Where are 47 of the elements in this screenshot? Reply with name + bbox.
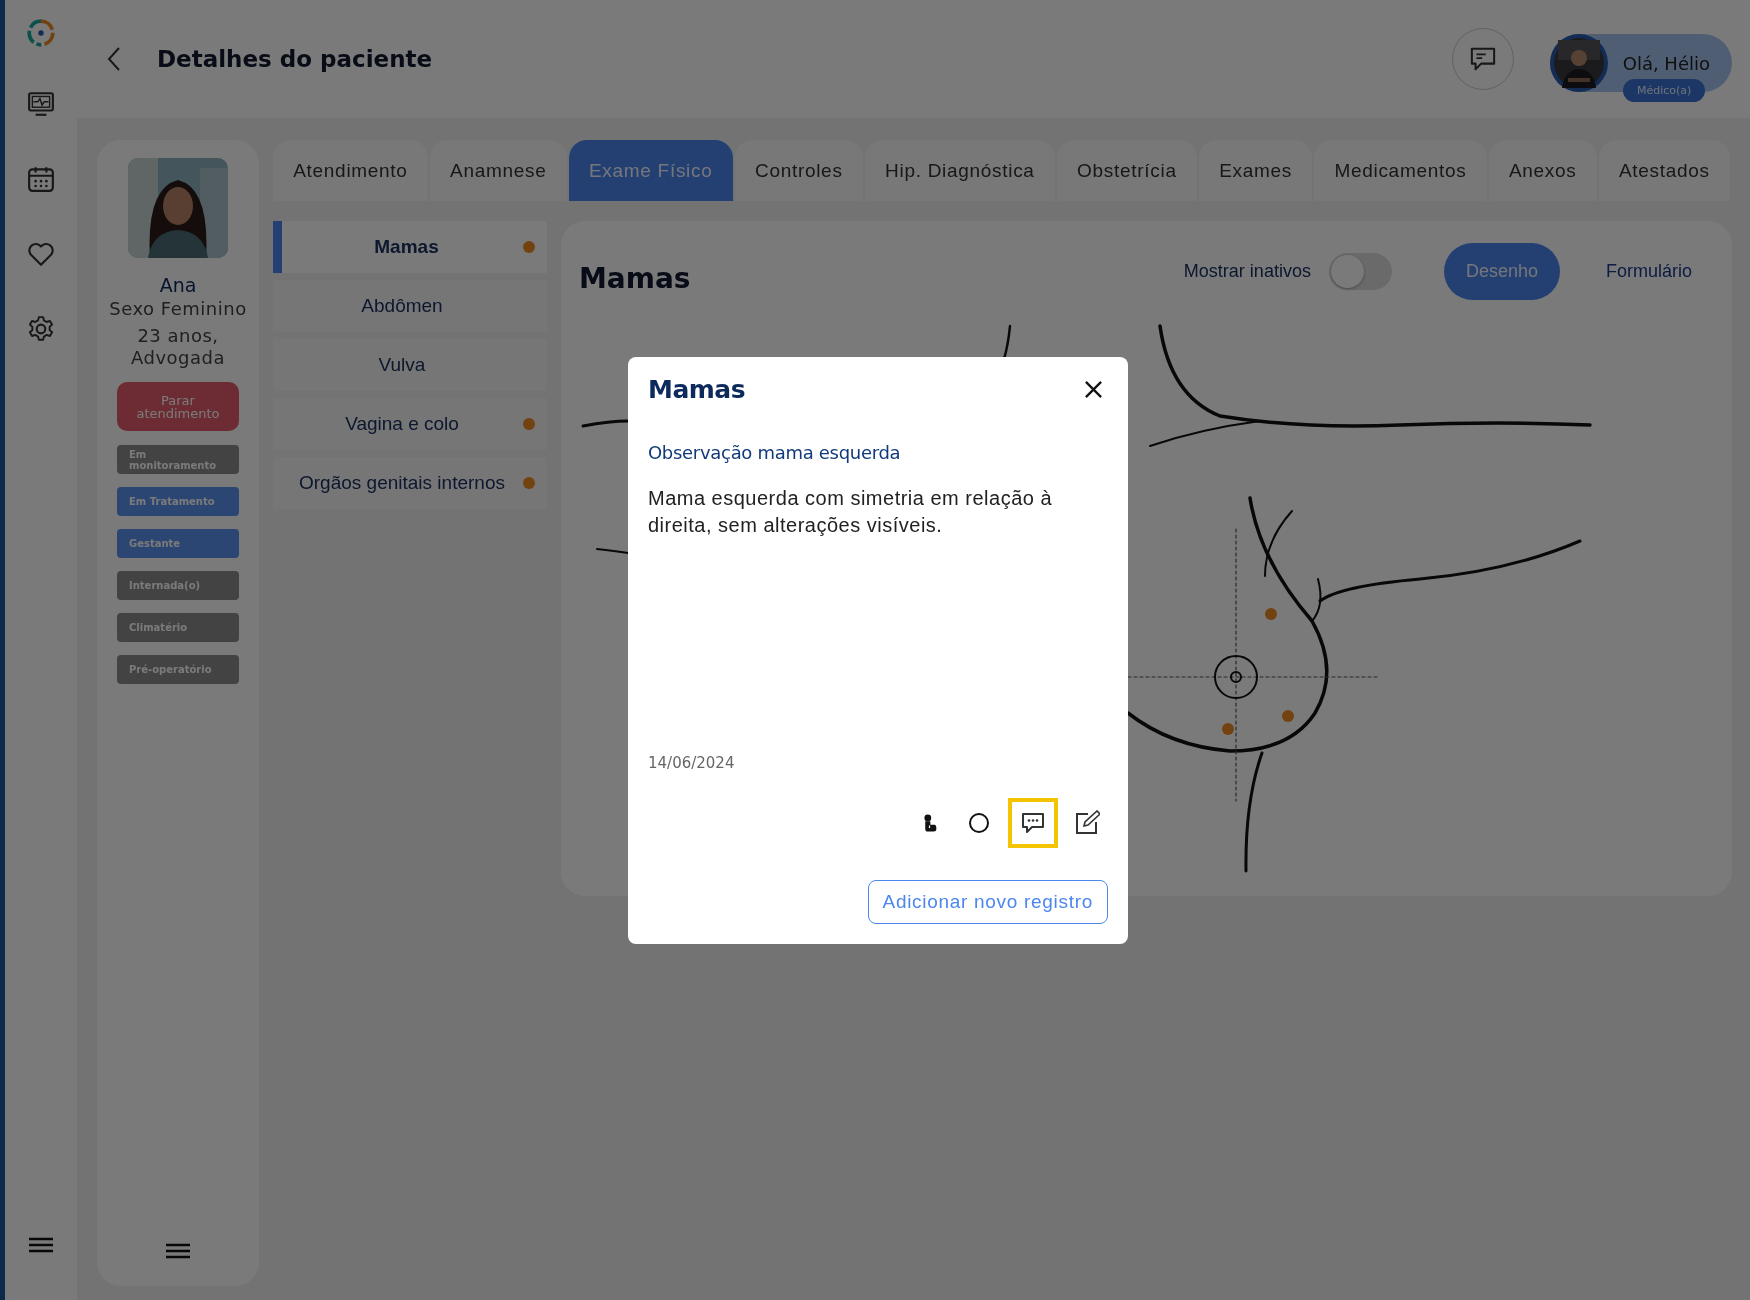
- comment-tool-button[interactable]: [1008, 798, 1058, 848]
- observation-title: Observação mama esquerda: [648, 442, 902, 463]
- calendar-icon[interactable]: [27, 165, 55, 193]
- heart-icon[interactable]: [27, 240, 55, 268]
- settings-icon[interactable]: [27, 315, 55, 343]
- tab[interactable]: Atendimento: [273, 140, 428, 201]
- circle-icon: [968, 812, 990, 834]
- panel-title: Mamas: [579, 261, 691, 295]
- edit-icon: [1074, 810, 1100, 836]
- section-item[interactable]: Mamas: [273, 221, 547, 273]
- role-badge: Médico(a): [1623, 79, 1706, 102]
- tab[interactable]: Hip. Diagnóstica: [864, 140, 1055, 201]
- observation-text: Mama esquerda com simetria em relação à direita, sem alterações visíveis.: [648, 486, 1054, 538]
- back-icon[interactable]: [107, 46, 121, 72]
- tab[interactable]: Controles: [734, 140, 863, 201]
- tab[interactable]: Anexos: [1488, 140, 1597, 201]
- chat-icon: [1469, 46, 1497, 72]
- tab[interactable]: Medicamentos: [1314, 140, 1487, 201]
- view-button[interactable]: Formulário: [1583, 242, 1714, 300]
- comment-icon: [1020, 811, 1046, 835]
- patient-age-occupation: 23 anos, Advogada: [130, 325, 226, 369]
- finding-dot[interactable]: [1222, 723, 1234, 735]
- record-date: 14/06/2024: [648, 754, 736, 772]
- menu-icon[interactable]: [29, 1237, 53, 1253]
- tab[interactable]: Obstetrícia: [1056, 140, 1197, 201]
- patient-name: Ana: [159, 274, 197, 296]
- toggle-switch[interactable]: [1328, 252, 1392, 290]
- monitor-icon[interactable]: [27, 90, 55, 118]
- tab[interactable]: Anamnese: [429, 140, 567, 201]
- toggle-label: Mostrar inativos: [1183, 260, 1311, 282]
- logo-icon[interactable]: [26, 18, 56, 48]
- status-tag[interactable]: Em Tratamento: [117, 487, 239, 516]
- stop-service-button[interactable]: Parar atendimento: [117, 382, 239, 431]
- view-button[interactable]: Desenho: [1443, 242, 1560, 300]
- dialog-title: Mamas: [648, 375, 746, 404]
- tab[interactable]: Exame Físico: [568, 140, 733, 201]
- menu-icon[interactable]: [166, 1243, 190, 1259]
- add-record-button[interactable]: Adicionar novo registro: [867, 880, 1108, 924]
- close-icon[interactable]: [1084, 380, 1103, 399]
- page-title: Detalhes do paciente: [157, 46, 433, 72]
- user-greeting: Olá, Hélio: [1622, 52, 1710, 74]
- tab[interactable]: Exames: [1198, 140, 1313, 201]
- finding-dot[interactable]: [1282, 710, 1294, 722]
- status-tag[interactable]: Gestante: [117, 529, 239, 558]
- finding-dot[interactable]: [1265, 608, 1277, 620]
- patient-sex: Sexo Feminino: [108, 298, 248, 320]
- tab[interactable]: Atestados: [1598, 140, 1730, 201]
